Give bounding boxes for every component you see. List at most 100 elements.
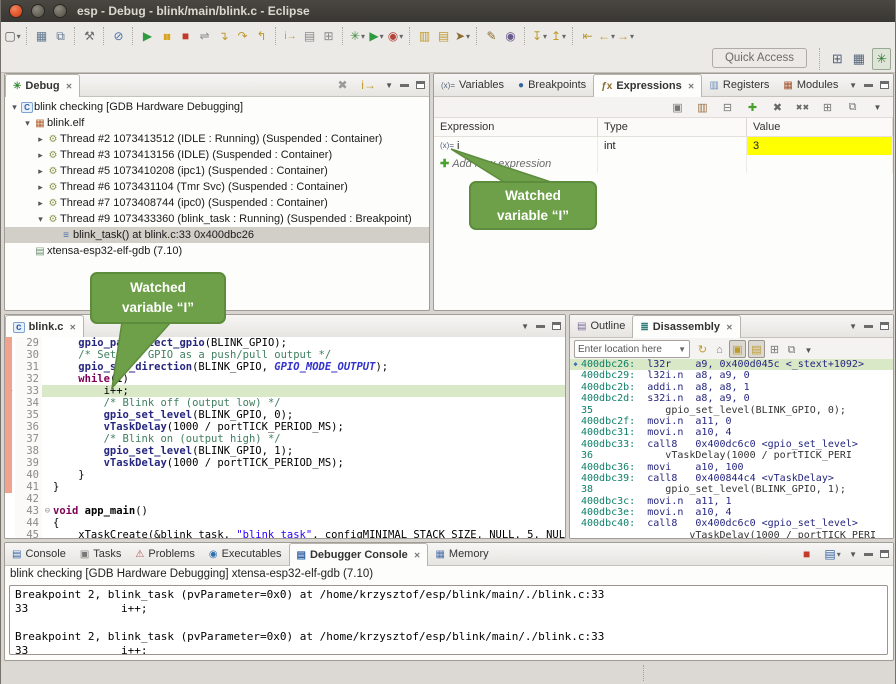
display-selected-console-icon[interactable]: ▤▾ (824, 544, 841, 564)
code-line-29[interactable]: 29 gpio_pad_select_gpio(BLINK_GPIO); (5, 337, 565, 349)
collapse-all-icon[interactable]: ⊟ (719, 99, 736, 115)
window-minimize-button[interactable] (31, 4, 45, 18)
tab-executables[interactable]: ◉Executables (202, 543, 289, 565)
view-menu-icon[interactable]: ▼ (849, 550, 857, 559)
tab-close-icon[interactable]: ✕ (726, 323, 733, 332)
disassembly-source-line[interactable]: 35 gpio_set_level(BLINK_GPIO, 0); (570, 405, 893, 416)
remove-all-expressions-icon[interactable]: ✖✖ (794, 99, 811, 115)
quick-access-button[interactable]: Quick Access (712, 48, 807, 68)
memento-icon[interactable]: ⊞ (320, 26, 337, 46)
debug-tree-item[interactable]: ▸⚙Thread #6 1073431104 (Tmr Svc) (Suspen… (5, 179, 429, 195)
code-line-34[interactable]: 34 /* Blink off (output low) */ (5, 397, 565, 409)
tab-problems[interactable]: ⚠Problems (128, 543, 201, 565)
expression-row[interactable]: (x)=iint3 (434, 137, 893, 155)
tab-debugger-console[interactable]: ▤Debugger Console✕ (289, 543, 429, 566)
save-icon[interactable]: ▦ (33, 26, 50, 46)
debug-perspective-icon[interactable]: ✳ (872, 48, 891, 70)
detach-view-icon[interactable]: ⧉ (784, 342, 799, 358)
view-menu-icon[interactable]: ▼ (801, 342, 816, 358)
code-line-36[interactable]: 36 vTaskDelay(1000 / portTICK_PERIOD_MS)… (5, 421, 565, 433)
tab-modules[interactable]: ▦Modules (776, 74, 845, 96)
back-history-icon[interactable]: ←▾ (598, 26, 615, 46)
disassembly-line[interactable]: 400dbc2f: movi.n a11, 0 (570, 416, 893, 427)
tab-disassembly[interactable]: ≣Disassembly✕ (632, 315, 740, 338)
skip-all-breakpoints-icon[interactable]: ⊘ (110, 26, 127, 46)
view-minimize-button[interactable] (864, 553, 873, 556)
show-type-names-icon[interactable]: ▣ (669, 99, 686, 115)
step-filters-icon[interactable]: ▤ (301, 26, 318, 46)
debug-tree-item[interactable]: ▸⚙Thread #3 1073413156 (IDLE) (Suspended… (5, 147, 429, 163)
tab-console[interactable]: ▤Console (5, 543, 73, 565)
debug-tree-item[interactable]: ▾▦blink.elf (5, 115, 429, 131)
disassembly-line[interactable]: 400dbc40: call8 0x400dc6c0 <gpio_set_lev… (570, 518, 893, 529)
new-disassembly-view-icon[interactable]: ⊞ (767, 341, 782, 357)
disassembly-line[interactable]: 400dbc3c: movi.n a11, 1 (570, 496, 893, 507)
sync-with-pc-icon[interactable]: ▣ (729, 340, 746, 358)
external-tools-icon[interactable]: ➤▾ (454, 26, 471, 46)
location-input[interactable]: Enter location here ▼ (574, 340, 690, 358)
column-header-value[interactable]: Value (747, 118, 893, 136)
next-annotation-icon[interactable]: ↧▾ (531, 26, 548, 46)
disassembly-listing[interactable]: ◆400dbc26: l32r a9, 0x400d045c <_stext+1… (570, 359, 893, 538)
view-menu-icon[interactable]: ▼ (849, 81, 857, 90)
code-line-39[interactable]: 39 vTaskDelay(1000 / portTICK_PERIOD_MS)… (5, 457, 565, 469)
view-maximize-button[interactable] (880, 322, 889, 330)
view-menu-icon[interactable]: ▼ (385, 81, 393, 90)
instruction-stepping-mode-icon[interactable]: i→ (360, 75, 377, 95)
code-editor[interactable]: 29 gpio_pad_select_gpio(BLINK_GPIO);30 /… (5, 337, 565, 538)
code-line-45[interactable]: 45 xTaskCreate(&blink_task, "blink_task"… (5, 529, 565, 538)
code-line-41[interactable]: 41} (5, 481, 565, 493)
step-over-icon[interactable]: ↷ (234, 26, 251, 46)
view-maximize-button[interactable] (416, 81, 425, 89)
cpp-perspective-icon[interactable]: ▦ (850, 49, 868, 69)
view-menu-icon[interactable]: ▼ (849, 322, 857, 331)
detach-view-icon[interactable]: ⧉ (844, 99, 861, 115)
debug-tree-item[interactable]: ≡blink_task() at blink.c:33 0x400dbc26 (5, 227, 429, 243)
code-line-37[interactable]: 37 /* Blink on (output high) */ (5, 433, 565, 445)
save-all-icon[interactable]: ⧉ (52, 26, 69, 46)
open-perspective-icon[interactable]: ⊞ (829, 49, 846, 69)
chevron-down-icon[interactable]: ▼ (678, 345, 686, 354)
code-line-33[interactable]: →33 i++; (5, 385, 565, 397)
tab-outline[interactable]: ▤Outline (570, 315, 632, 337)
show-logical-structures-icon[interactable]: ▥ (694, 99, 711, 115)
code-line-30[interactable]: 30 /* Set the GPIO as a push/pull output… (5, 349, 565, 361)
debug-tree-item[interactable]: ▾⚙Thread #9 1073433360 (blink_task : Run… (5, 211, 429, 227)
terminate-icon[interactable]: ■ (177, 26, 194, 46)
step-into-icon[interactable]: ↴ (215, 26, 232, 46)
tab-close-icon[interactable]: ✕ (66, 82, 73, 91)
tab-close-icon[interactable]: ✕ (688, 82, 695, 91)
step-return-icon[interactable]: ↰ (253, 26, 270, 46)
disassembly-line[interactable]: 400dbc2b: addi.n a8, a8, 1 (570, 382, 893, 393)
add-expression-icon[interactable]: ✚ (744, 99, 761, 115)
debug-tree-item[interactable]: ▾Cblink checking [GDB Hardware Debugging… (5, 99, 429, 115)
window-maximize-button[interactable] (53, 4, 67, 18)
disassembly-line[interactable]: 400dbc39: call8 0x400844c4 <vTaskDelay> (570, 473, 893, 484)
column-header-expression[interactable]: Expression (434, 118, 598, 136)
column-header-type[interactable]: Type (598, 118, 747, 136)
search-icon[interactable]: ◉ (502, 26, 519, 46)
code-line-38[interactable]: 38 gpio_set_level(BLINK_GPIO, 1); (5, 445, 565, 457)
tab-close-icon[interactable]: ✕ (414, 551, 421, 560)
code-line-31[interactable]: 31 gpio_set_direction(BLINK_GPIO, GPIO_M… (5, 361, 565, 373)
disassembly-source-line[interactable]: 38 gpio_set_level(BLINK_GPIO, 1); (570, 484, 893, 495)
tab-expressions[interactable]: ƒxExpressions✕ (593, 74, 702, 97)
prev-annotation-icon[interactable]: ↥▾ (550, 26, 567, 46)
build-icon[interactable]: ⚒ (81, 26, 98, 46)
tab-registers[interactable]: ▥Registers (702, 74, 776, 96)
add-new-expression-row[interactable]: ✚Add new expression (434, 155, 893, 173)
disassembly-line[interactable]: 400dbc2d: s32i.n a8, a9, 0 (570, 393, 893, 404)
format-icon[interactable]: ✎ (483, 26, 500, 46)
remove-all-terminated-icon[interactable]: ✖ (334, 75, 351, 95)
view-minimize-button[interactable] (400, 84, 409, 87)
profile-as-icon[interactable]: ◉▾ (387, 26, 404, 46)
disassembly-line[interactable]: 400dbc3e: movi.n a10, 4 (570, 507, 893, 518)
instruction-stepping-icon[interactable]: i→ (282, 26, 299, 46)
view-maximize-button[interactable] (880, 81, 889, 89)
tab-breakpoints[interactable]: ●Breakpoints (511, 74, 593, 96)
view-menu-icon[interactable]: ▼ (521, 322, 529, 331)
disassembly-line[interactable]: 400dbc33: call8 0x400dc6c0 <gpio_set_lev… (570, 439, 893, 450)
view-menu-icon[interactable]: ▼ (869, 99, 886, 115)
debug-as-icon[interactable]: ✳▾ (349, 26, 366, 46)
view-minimize-button[interactable] (864, 325, 873, 328)
